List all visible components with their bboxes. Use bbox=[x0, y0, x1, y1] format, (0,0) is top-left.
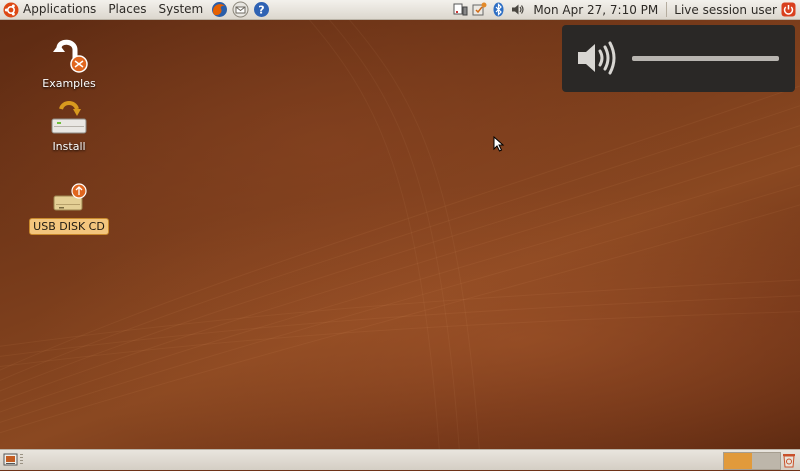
ubuntu-logo-icon bbox=[3, 2, 19, 18]
user-switcher[interactable]: Live session user bbox=[667, 3, 781, 17]
desktop-icon-install[interactable]: Install bbox=[27, 99, 111, 154]
install-icon bbox=[49, 99, 89, 139]
firefox-icon[interactable] bbox=[211, 1, 228, 18]
update-notifier-icon[interactable] bbox=[472, 2, 487, 17]
volume-icon[interactable] bbox=[510, 2, 525, 17]
usb-drive-icon bbox=[49, 178, 89, 218]
applications-menu[interactable]: Applications bbox=[0, 0, 102, 19]
volume-osd bbox=[562, 25, 795, 92]
help-icon[interactable]: ? bbox=[253, 1, 270, 18]
volume-level-bar bbox=[632, 56, 779, 61]
mail-icon[interactable] bbox=[232, 1, 249, 18]
notification-area: Mon Apr 27, 7:10 PM Live session user bbox=[451, 0, 800, 19]
clock[interactable]: Mon Apr 27, 7:10 PM bbox=[527, 3, 666, 17]
svg-text:?: ? bbox=[259, 4, 265, 17]
desktop-icon-examples[interactable]: Examples bbox=[27, 36, 111, 91]
workspace-2[interactable] bbox=[752, 453, 780, 469]
network-icon[interactable] bbox=[453, 2, 468, 17]
places-menu[interactable]: Places bbox=[102, 0, 152, 19]
power-icon[interactable] bbox=[781, 2, 796, 17]
desktop-icon-label: Examples bbox=[42, 77, 96, 90]
desktop-icon-usb-disk[interactable]: USB DISK CD bbox=[27, 178, 111, 235]
system-menu[interactable]: System bbox=[152, 0, 209, 19]
workspace-1[interactable] bbox=[724, 453, 752, 469]
desktop-icon-label: USB DISK CD bbox=[29, 218, 109, 235]
applications-menu-label: Applications bbox=[23, 2, 97, 16]
top-panel: Applications Places System ? Mon Apr 27,… bbox=[0, 0, 800, 20]
bottom-panel bbox=[0, 449, 800, 470]
mouse-cursor bbox=[493, 135, 505, 152]
panel-grip[interactable] bbox=[20, 454, 23, 466]
workspace-switcher bbox=[723, 452, 781, 470]
desktop-icon-label: Install bbox=[52, 140, 86, 153]
trash-icon[interactable] bbox=[782, 452, 796, 468]
speaker-icon bbox=[576, 39, 618, 77]
examples-icon bbox=[49, 36, 89, 76]
bluetooth-icon[interactable] bbox=[491, 2, 506, 17]
show-desktop-icon[interactable] bbox=[3, 452, 18, 467]
volume-level-fill bbox=[632, 56, 779, 61]
